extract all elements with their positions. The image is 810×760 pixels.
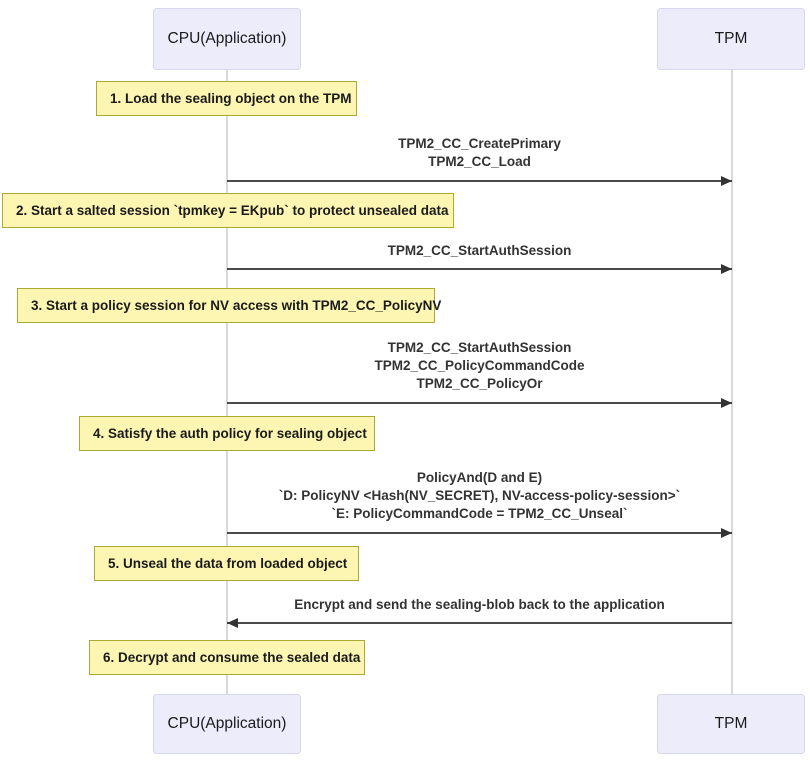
message-5-label: Encrypt and send the sealing-blob back t… xyxy=(294,597,665,612)
message-1-arrowhead-icon xyxy=(721,176,732,186)
message-1-label: TPM2_CC_CreatePrimary TPM2_CC_Load xyxy=(398,136,561,169)
note-1: 1. Load the sealing object on the TPM xyxy=(96,81,357,116)
note-5-text: 5. Unseal the data from loaded object xyxy=(108,556,348,571)
note-1-text: 1. Load the sealing object on the TPM xyxy=(110,91,352,106)
note-4: 4. Satisfy the auth policy for sealing o… xyxy=(79,416,375,451)
message-1-line xyxy=(227,180,732,182)
actor-tpm-top-label: TPM xyxy=(714,29,748,47)
actor-tpm-bottom[interactable]: TPM xyxy=(657,694,805,754)
note-2-text: 2. Start a salted session `tpmkey = EKpu… xyxy=(16,203,449,218)
message-3-arrowhead-icon xyxy=(721,398,732,408)
actor-cpu-top[interactable]: CPU(Application) xyxy=(153,8,301,70)
message-3-line xyxy=(227,402,732,404)
note-6-text: 6. Decrypt and consume the sealed data xyxy=(103,650,361,665)
actor-cpu-bottom[interactable]: CPU(Application) xyxy=(153,694,301,754)
message-4-line xyxy=(227,532,732,534)
message-2-arrowhead-icon xyxy=(721,264,732,274)
actor-cpu-top-label: CPU(Application) xyxy=(167,29,287,47)
note-2: 2. Start a salted session `tpmkey = EKpu… xyxy=(2,193,454,228)
message-5-arrowhead-icon xyxy=(227,618,238,628)
message-4-arrowhead-icon xyxy=(721,528,732,538)
message-4-label: PolicyAnd(D and E) `D: PolicyNV <Hash(NV… xyxy=(278,470,681,521)
note-3: 3. Start a policy session for NV access … xyxy=(17,288,441,323)
actor-tpm-bottom-label: TPM xyxy=(714,714,748,732)
message-2-label: TPM2_CC_StartAuthSession xyxy=(387,243,572,258)
note-6: 6. Decrypt and consume the sealed data xyxy=(89,640,365,675)
note-3-text: 3. Start a policy session for NV access … xyxy=(31,298,442,313)
sequence-diagram: CPU(Application) TPM 1. Load the sealing… xyxy=(0,0,810,760)
actor-tpm-top[interactable]: TPM xyxy=(657,8,805,70)
note-4-text: 4. Satisfy the auth policy for sealing o… xyxy=(93,426,367,441)
note-5: 5. Unseal the data from loaded object xyxy=(94,546,359,581)
actor-cpu-bottom-label: CPU(Application) xyxy=(167,714,287,732)
message-2-line xyxy=(227,268,732,270)
message-3-label: TPM2_CC_StartAuthSession TPM2_CC_PolicyC… xyxy=(374,340,585,391)
message-5-line xyxy=(227,622,732,624)
